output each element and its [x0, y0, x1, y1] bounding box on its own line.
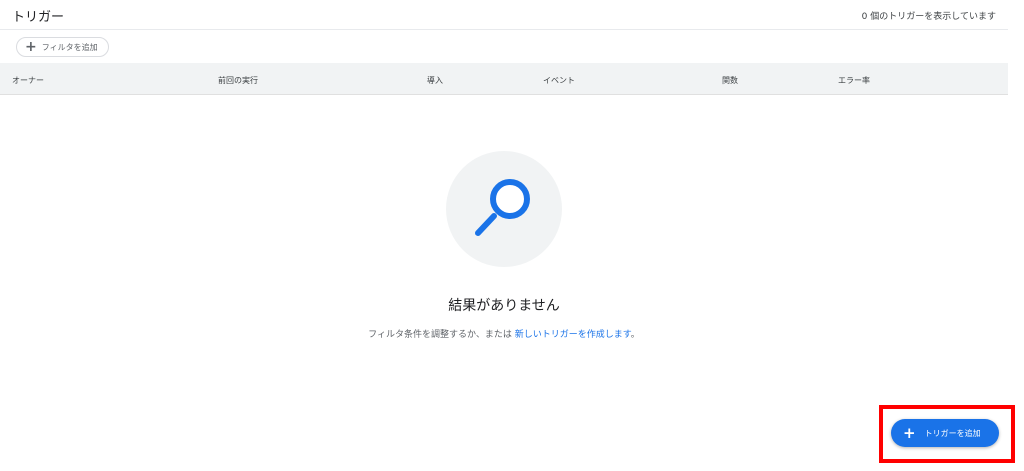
column-header-error-rate[interactable]: エラー率: [838, 75, 870, 86]
page-header: トリガー 0 個のトリガーを表示しています: [0, 0, 1008, 30]
column-header-function[interactable]: 関数: [722, 75, 738, 86]
column-header-event[interactable]: イベント: [543, 75, 575, 86]
table-header: オーナー 前回の実行 導入 イベント 関数 エラー率: [0, 63, 1008, 95]
add-filter-button[interactable]: + フィルタを追加: [16, 37, 109, 57]
column-header-last-run[interactable]: 前回の実行: [218, 75, 258, 86]
create-trigger-link[interactable]: 新しいトリガーを作成します: [515, 330, 631, 340]
plus-icon: +: [903, 423, 916, 442]
triggers-page: トリガー 0 個のトリガーを表示しています + フィルタを追加 オーナー 前回の…: [0, 0, 1024, 471]
column-header-owner[interactable]: オーナー: [12, 75, 44, 86]
add-trigger-label: トリガーを追加: [924, 428, 981, 438]
plus-icon: +: [25, 39, 37, 55]
empty-state-illustration: [446, 151, 562, 267]
column-header-deployment[interactable]: 導入: [427, 75, 443, 86]
empty-state-hint-suffix: 。: [630, 330, 640, 340]
empty-state-hint-text: フィルタ条件を調整するか、または: [368, 330, 515, 340]
empty-state-title: 結果がありません: [448, 298, 560, 314]
search-icon: [475, 179, 530, 236]
add-filter-label: フィルタを追加: [41, 42, 98, 52]
page-title: トリガー: [12, 10, 65, 25]
empty-state-hint: フィルタ条件を調整するか、または 新しいトリガーを作成します。: [0, 327, 1008, 340]
trigger-count-text: 0 個のトリガーを表示しています: [861, 12, 996, 22]
add-trigger-button[interactable]: + トリガーを追加: [891, 419, 999, 447]
